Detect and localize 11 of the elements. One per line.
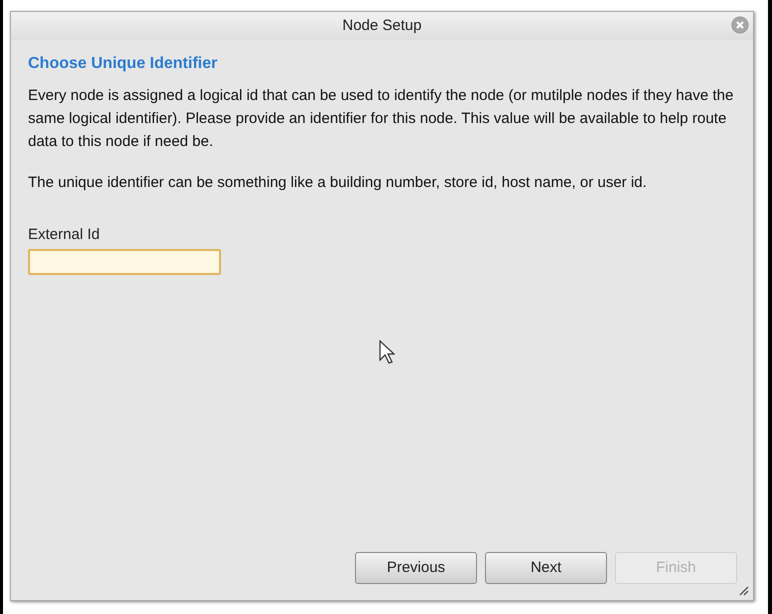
wizard-button[interactable]: Next	[485, 552, 607, 584]
window-title: Node Setup	[342, 16, 422, 36]
close-icon[interactable]	[731, 16, 749, 34]
section-heading: Choose Unique Identifier	[28, 54, 218, 74]
wizard-button[interactable]: Previous	[355, 552, 477, 584]
field-label: External Id	[28, 225, 101, 245]
description-text: The unique identifier can be something like a building number, store id, host name, or user id.	[28, 173, 648, 193]
mouse-cursor-icon	[379, 340, 395, 364]
resize-grip-icon	[738, 585, 749, 596]
description-text: Every node is assigned a logical id that can be used to identify the node (or mutilple nodes if they have the same logical identifier). Please provide an identifier for this node. This value will be available to help route data to this node if need be.	[28, 86, 734, 152]
external-id-field[interactable]	[28, 248, 221, 274]
